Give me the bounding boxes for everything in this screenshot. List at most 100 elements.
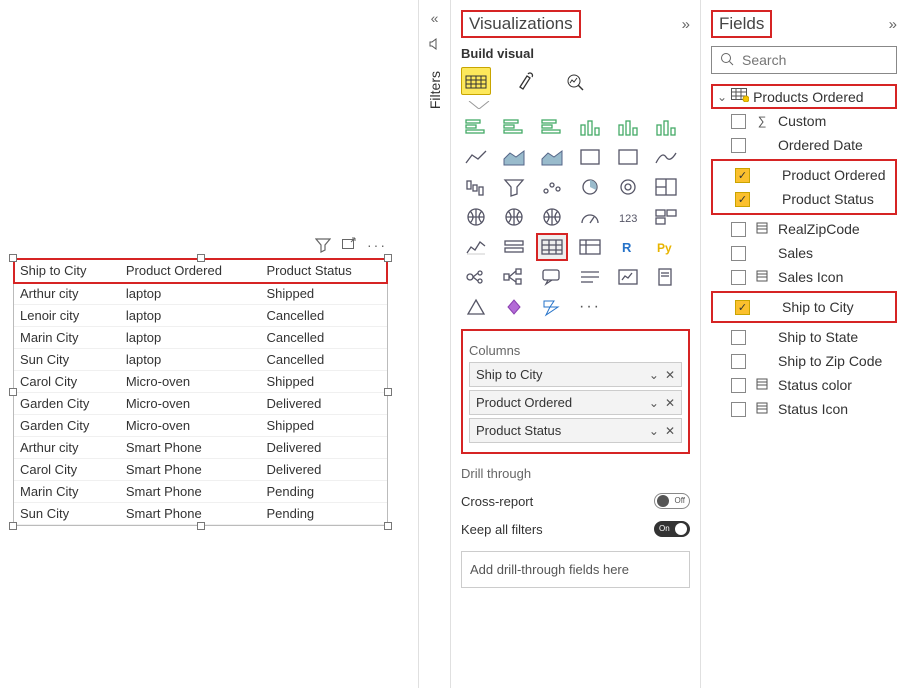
field-item[interactable]: Product Status: [715, 187, 893, 211]
table-row[interactable]: Sun CitylaptopCancelled: [14, 349, 387, 371]
viz-paginated-icon[interactable]: [652, 265, 680, 289]
field-item[interactable]: Sales: [711, 241, 897, 265]
speaker-icon[interactable]: [419, 36, 450, 55]
viz-stacked-column-icon[interactable]: [576, 115, 604, 139]
viz-stacked-area-icon[interactable]: [538, 145, 566, 169]
viz-map-icon[interactable]: [462, 205, 490, 229]
filter-icon[interactable]: [315, 237, 331, 256]
viz-area-icon[interactable]: [500, 145, 528, 169]
field-checkbox[interactable]: [731, 114, 746, 129]
viz-donut-icon[interactable]: [614, 175, 642, 199]
fields-search[interactable]: [711, 46, 897, 74]
column-header[interactable]: Ship to City: [14, 259, 120, 283]
viz-stacked-column-100-icon[interactable]: [652, 115, 680, 139]
viz-py-visual-icon[interactable]: Py: [652, 235, 680, 259]
column-field-well[interactable]: Product Ordered⌄✕: [469, 390, 682, 415]
viz-slicer-icon[interactable]: [500, 235, 528, 259]
viz-card-icon[interactable]: 123: [614, 205, 642, 229]
field-checkbox[interactable]: [731, 246, 746, 261]
viz-goals-icon[interactable]: [614, 265, 642, 289]
viz-filled-map-icon[interactable]: [500, 205, 528, 229]
chevron-down-icon[interactable]: ⌄: [649, 368, 659, 382]
field-checkbox[interactable]: [731, 402, 746, 417]
table-row[interactable]: Marin CitylaptopCancelled: [14, 327, 387, 349]
report-canvas[interactable]: ··· Ship to City Product Ordered Product…: [0, 0, 418, 688]
remove-field-icon[interactable]: ✕: [665, 424, 675, 438]
build-visual-tab[interactable]: [461, 67, 491, 95]
table-row[interactable]: Marin CitySmart PhonePending: [14, 481, 387, 503]
remove-field-icon[interactable]: ✕: [665, 396, 675, 410]
field-item[interactable]: Ship to City: [715, 295, 893, 319]
viz-matrix-icon[interactable]: [576, 235, 604, 259]
viz-waterfall-icon[interactable]: [462, 175, 490, 199]
field-item[interactable]: Sales Icon: [711, 265, 897, 289]
field-checkbox[interactable]: [731, 378, 746, 393]
viz-gauge-icon[interactable]: [576, 205, 604, 229]
analytics-tab[interactable]: [561, 67, 591, 95]
table-visual[interactable]: ··· Ship to City Product Ordered Product…: [13, 258, 388, 526]
field-checkbox[interactable]: [731, 270, 746, 285]
filters-pane-collapsed[interactable]: « Filters: [419, 0, 451, 688]
table-row[interactable]: Carol CitySmart PhoneDelivered: [14, 459, 387, 481]
field-item[interactable]: ∑Custom: [711, 109, 897, 133]
viz-power-apps-icon[interactable]: [500, 295, 528, 319]
viz-scatter-icon[interactable]: [538, 175, 566, 199]
cross-report-toggle[interactable]: Off: [654, 493, 690, 509]
table-row[interactable]: Carol CityMicro-ovenShipped: [14, 371, 387, 393]
table-row[interactable]: Arthur citySmart PhoneDelivered: [14, 437, 387, 459]
field-item[interactable]: Ordered Date: [711, 133, 897, 157]
field-item[interactable]: Ship to State: [711, 325, 897, 349]
field-checkbox[interactable]: [735, 300, 750, 315]
viz-more-icon[interactable]: ···: [576, 295, 604, 319]
field-item[interactable]: Product Ordered: [715, 163, 893, 187]
table-row[interactable]: Garden CityMicro-ovenDelivered: [14, 393, 387, 415]
viz-funnel-icon[interactable]: [500, 175, 528, 199]
viz-key-influencers-icon[interactable]: [462, 265, 490, 289]
chevron-down-icon[interactable]: ⌄: [649, 396, 659, 410]
field-checkbox[interactable]: [735, 192, 750, 207]
keep-all-filters-toggle[interactable]: On: [654, 521, 690, 537]
viz-qa-icon[interactable]: [538, 265, 566, 289]
field-checkbox[interactable]: [731, 138, 746, 153]
viz-pie-icon[interactable]: [576, 175, 604, 199]
viz-azure-map-icon[interactable]: [538, 205, 566, 229]
expand-filters-icon[interactable]: «: [419, 10, 450, 26]
table-node-products-ordered[interactable]: ⌄ Products Ordered: [711, 84, 897, 109]
field-item[interactable]: Status color: [711, 373, 897, 397]
table-row[interactable]: Lenoir citylaptopCancelled: [14, 305, 387, 327]
field-item[interactable]: Status Icon: [711, 397, 897, 421]
viz-r-visual-icon[interactable]: R: [614, 235, 642, 259]
field-checkbox[interactable]: [731, 222, 746, 237]
table-row[interactable]: Arthur citylaptopShipped: [14, 283, 387, 305]
viz-decomp-tree-icon[interactable]: [500, 265, 528, 289]
collapse-visualizations-icon[interactable]: »: [682, 16, 690, 33]
field-checkbox[interactable]: [731, 330, 746, 345]
viz-kpi-icon[interactable]: [462, 235, 490, 259]
format-visual-tab[interactable]: [511, 67, 541, 95]
table-row[interactable]: Garden CityMicro-ovenShipped: [14, 415, 387, 437]
viz-table-icon[interactable]: [538, 235, 566, 259]
focus-mode-icon[interactable]: [341, 237, 357, 256]
chevron-down-icon[interactable]: ⌄: [649, 424, 659, 438]
viz-stacked-bar-100-icon[interactable]: [538, 115, 566, 139]
column-field-well[interactable]: Product Status⌄✕: [469, 418, 682, 443]
field-checkbox[interactable]: [731, 354, 746, 369]
field-item[interactable]: RealZipCode: [711, 217, 897, 241]
viz-ribbon-icon[interactable]: [652, 145, 680, 169]
viz-treemap-icon[interactable]: [652, 175, 680, 199]
viz-line-icon[interactable]: [462, 145, 490, 169]
drill-through-dropzone[interactable]: Add drill-through fields here: [461, 551, 690, 588]
viz-narrative-icon[interactable]: [576, 265, 604, 289]
viz-power-automate-icon[interactable]: [538, 295, 566, 319]
field-checkbox[interactable]: [735, 168, 750, 183]
column-field-well[interactable]: Ship to City⌄✕: [469, 362, 682, 387]
viz-stacked-bar-icon[interactable]: [462, 115, 490, 139]
viz-line-clustered-icon[interactable]: [576, 145, 604, 169]
fields-search-input[interactable]: [740, 51, 888, 69]
viz-clustered-column-icon[interactable]: [614, 115, 642, 139]
column-header[interactable]: Product Ordered: [120, 259, 261, 283]
viz-arcgis-icon[interactable]: [462, 295, 490, 319]
viz-multi-card-icon[interactable]: [652, 205, 680, 229]
viz-line-stacked-icon[interactable]: [614, 145, 642, 169]
column-header[interactable]: Product Status: [260, 259, 387, 283]
